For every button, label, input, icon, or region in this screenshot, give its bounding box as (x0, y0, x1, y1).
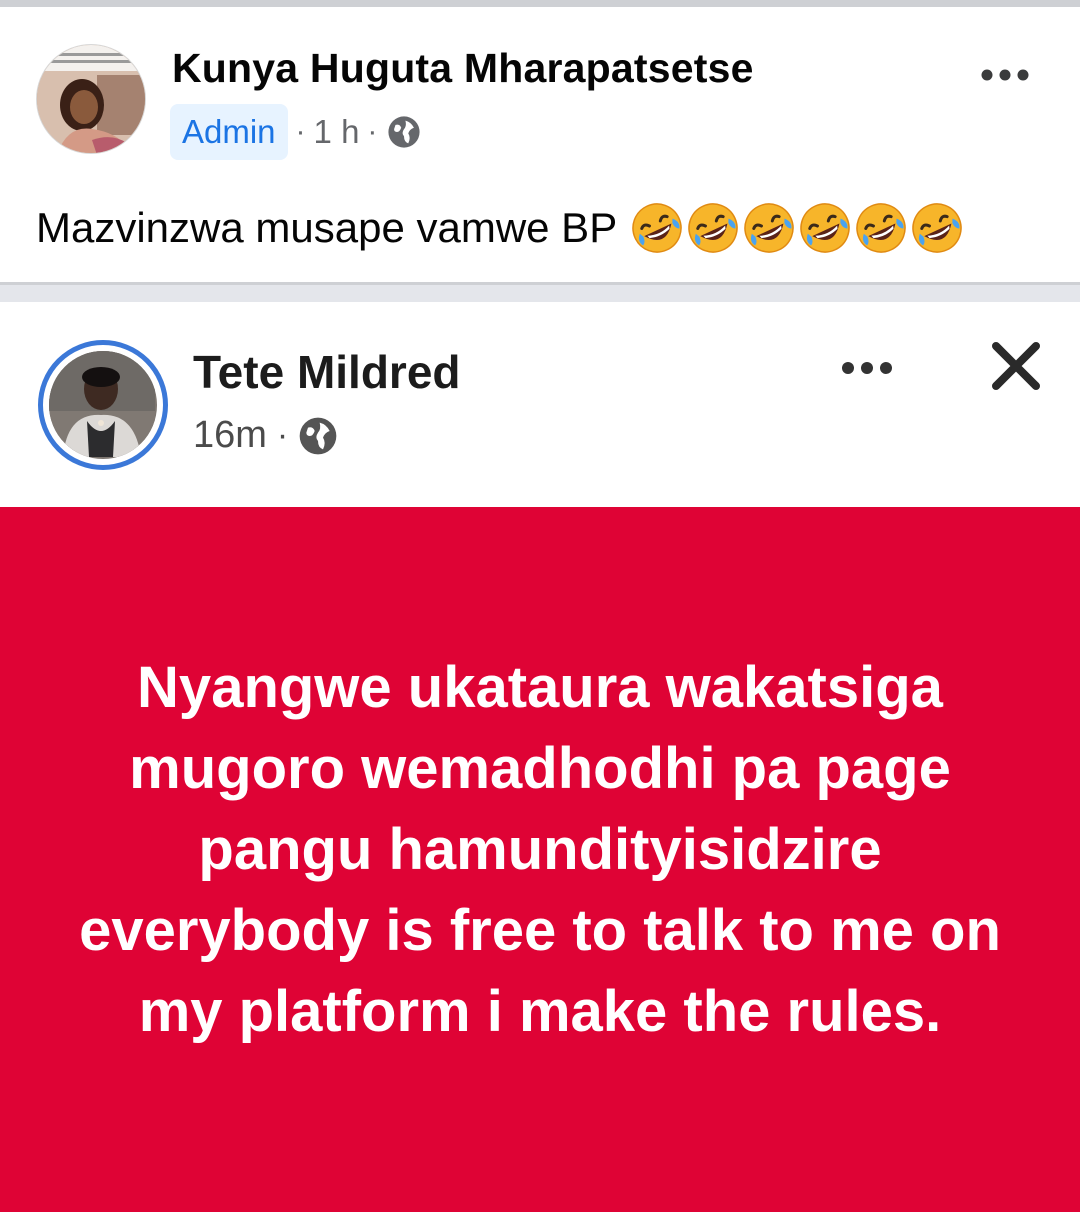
meta-separator: · (367, 115, 378, 148)
meta-separator: · (276, 416, 289, 454)
avatar-photo (37, 45, 145, 153)
section-divider (0, 282, 1080, 302)
post-time[interactable]: 1 h (314, 113, 360, 151)
avatar[interactable] (36, 44, 146, 154)
post-caption: Mazvinzwa musape vamwe BP (36, 200, 965, 256)
shared-post-time[interactable]: 16m (193, 414, 267, 457)
status-text: Nyangwe ukataura wakatsiga mugoro wemadh… (79, 655, 1001, 1044)
more-options-icon[interactable] (980, 65, 1030, 85)
more-options-icon[interactable] (840, 358, 894, 378)
rolling-laughing-emoji-icon (800, 203, 850, 253)
status-background: Nyangwe ukataura wakatsiga mugoro wemadh… (0, 507, 1080, 1212)
shared-author-name[interactable]: Tete Mildred (193, 345, 461, 399)
shared-avatar-photo (49, 351, 155, 457)
globe-icon (299, 417, 337, 454)
shared-avatar[interactable] (38, 340, 168, 470)
meta-separator: · (295, 115, 306, 148)
shared-post-header: Tete Mildred 16m · (0, 302, 1080, 507)
rolling-laughing-emoji-icon (856, 203, 906, 253)
rolling-laughing-emoji-icon (688, 203, 738, 253)
admin-badge: Admin (170, 104, 288, 160)
top-divider (0, 0, 1080, 7)
rolling-laughing-emoji-icon (744, 203, 794, 253)
outer-post-header: Kunya Huguta Mharapatsetse Admin · 1 h · (0, 7, 1080, 177)
caption-text: Mazvinzwa musape vamwe BP (36, 204, 618, 251)
shared-post-meta: 16m · (193, 414, 338, 457)
laughing-emoji-row (629, 200, 965, 256)
rolling-laughing-emoji-icon (632, 203, 682, 253)
globe-icon (388, 116, 421, 148)
post-meta: Admin · 1 h · (170, 104, 421, 160)
rolling-laughing-emoji-icon (912, 203, 962, 253)
author-name[interactable]: Kunya Huguta Mharapatsetse (172, 45, 754, 92)
close-icon[interactable] (990, 340, 1042, 392)
